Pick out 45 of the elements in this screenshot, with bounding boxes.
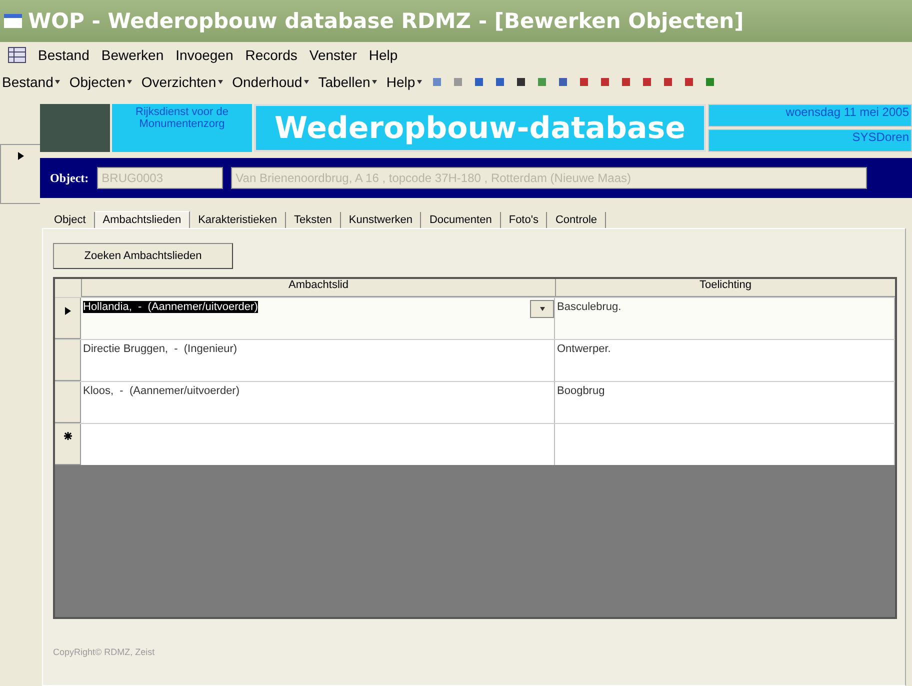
date-label: woensdag 11 mei 2005 <box>708 104 912 127</box>
toolbar-menu[interactable]: Bestand <box>2 74 60 90</box>
row-selector[interactable] <box>55 298 81 339</box>
window-title: WOP - Wederopbouw database RDMZ - [Bewerken Objecten] <box>28 9 744 33</box>
table-row[interactable]: Directie Bruggen, - (Ingenieur) Ontwerper. <box>55 339 895 381</box>
app-title: Wederopbouw-database <box>254 104 706 152</box>
window-icon <box>4 14 22 28</box>
current-record-icon <box>16 151 24 161</box>
caret-icon <box>127 80 132 84</box>
object-label: Object: <box>50 170 89 186</box>
organization-name: Rijksdienst voor de Monumentenzorg <box>112 104 252 152</box>
user-label: SYSDoren <box>708 129 912 152</box>
caret-icon <box>218 80 224 84</box>
current-record-icon <box>64 306 72 316</box>
menu-item[interactable]: Records <box>245 47 298 63</box>
toolbar-menu[interactable]: Onderhoud <box>232 74 310 90</box>
table-cell: Boogbrug <box>557 385 605 397</box>
menu-item[interactable]: Bestand <box>38 47 90 63</box>
dropdown-button[interactable] <box>530 300 554 318</box>
table-cell: Ontwerper. <box>557 343 611 355</box>
table-row[interactable]: Kloos, - (Aannemer/uitvoerder) Boogbrug <box>55 381 895 423</box>
table-cell: Kloos, - (Aannemer/uitvoerder) <box>83 385 240 397</box>
toolbar-menu[interactable]: Objecten <box>69 74 132 90</box>
table-row[interactable]: Hollandia, - (Aannemer/uitvoerder) Basculebrug. <box>55 297 895 339</box>
caret-icon <box>55 80 60 84</box>
caret-icon <box>372 80 378 84</box>
toolbar-menu[interactable]: Tabellen <box>318 74 378 90</box>
caret-icon <box>540 307 544 311</box>
menu-item[interactable]: Help <box>368 47 398 63</box>
table-cell: Directie Bruggen, - (Ingenieur) <box>83 343 238 355</box>
logo-image <box>40 104 110 152</box>
row-selector[interactable] <box>55 424 81 465</box>
table-icon[interactable] <box>8 47 26 63</box>
tab[interactable]: Ambachtslieden <box>94 211 190 228</box>
menu-item[interactable]: Invoegen <box>176 47 234 63</box>
toolbar-menu[interactable]: Overzichten <box>141 74 224 90</box>
caret-icon <box>304 80 310 84</box>
caret-icon <box>417 80 422 84</box>
menu-item[interactable]: Venster <box>309 47 357 63</box>
search-button[interactable]: Zoeken Ambachtslieden <box>53 243 233 269</box>
menu-item[interactable]: Bewerken <box>101 47 164 63</box>
table-cell: Basculebrug. <box>557 301 622 313</box>
toolbar-menu[interactable]: Help <box>386 74 422 90</box>
copyright-text: CopyRight© RDMZ, Zeist <box>53 647 155 657</box>
table-cell: Hollandia, - (Aannemer/uitvoerder) <box>83 301 258 313</box>
